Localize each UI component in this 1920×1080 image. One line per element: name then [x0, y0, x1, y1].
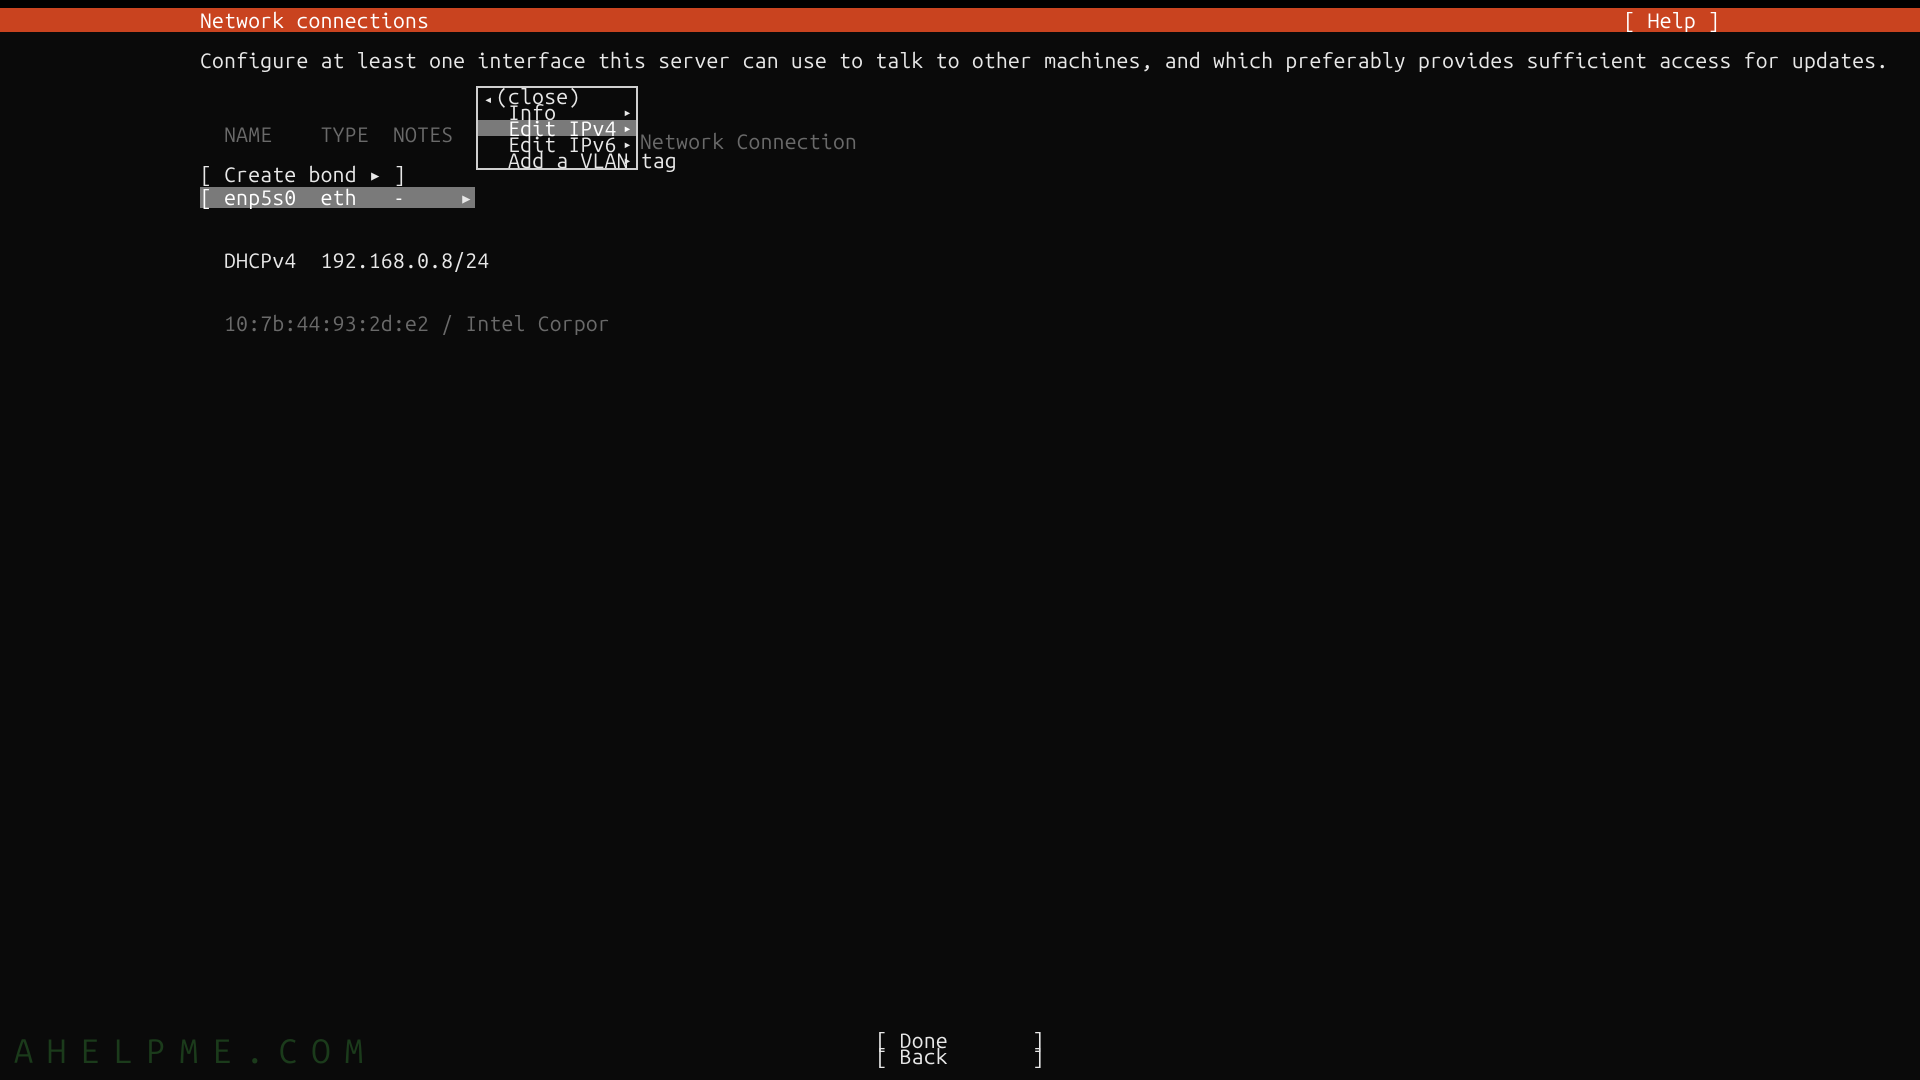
col-notes: NOTES: [393, 122, 453, 146]
page-title: Network connections: [200, 10, 429, 31]
row1-bracket: [: [200, 185, 212, 209]
col-type: TYPE: [321, 122, 369, 146]
chevron-right-icon: ▸: [623, 120, 632, 136]
row1-notes: -: [393, 185, 405, 209]
top-black-bar: [0, 0, 1920, 8]
table-row-mac: 10:7b:44:93:2d:e2 / Intel Corpor: [200, 313, 610, 334]
instruction-text: Configure at least one interface this se…: [200, 50, 1888, 71]
watermark-text: AHELPME.COM: [14, 1034, 377, 1068]
help-button[interactable]: [ Help ]: [1624, 10, 1720, 31]
chevron-right-icon: ▸: [623, 104, 632, 120]
row2-name: DHCPv4: [224, 248, 296, 272]
header-bar: Network connections [ Help ]: [0, 8, 1920, 32]
col-name: NAME: [224, 122, 272, 146]
row1-type: eth: [321, 185, 357, 209]
interface-context-menu: ◂(close) Info▸ Edit IPv4▸ Edit IPv6▸ Add…: [476, 86, 638, 170]
menu-item-add-vlan[interactable]: Add a VLAN tag▸: [478, 152, 636, 168]
row1-name: enp5s0: [224, 185, 296, 209]
create-bond-button[interactable]: [ Create bond ▸ ]: [200, 164, 406, 185]
row3-mac: 10:7b:44:93:2d:e2 / Intel Corpor: [224, 311, 610, 335]
row2-value: 192.168.0.8/24: [321, 248, 490, 272]
back-button[interactable]: [ Back ]: [876, 1044, 1045, 1068]
table-row-dhcp: DHCPv4 192.168.0.8/24: [200, 250, 610, 271]
chevron-right-icon: ▸: [623, 152, 632, 168]
table-row-interface[interactable]: [ enp5s0 eth - ▸: [200, 187, 610, 208]
menu-item-add-vlan-label: Add a VLAN tag: [508, 148, 677, 172]
chevron-right-icon: ▸: [460, 187, 473, 208]
